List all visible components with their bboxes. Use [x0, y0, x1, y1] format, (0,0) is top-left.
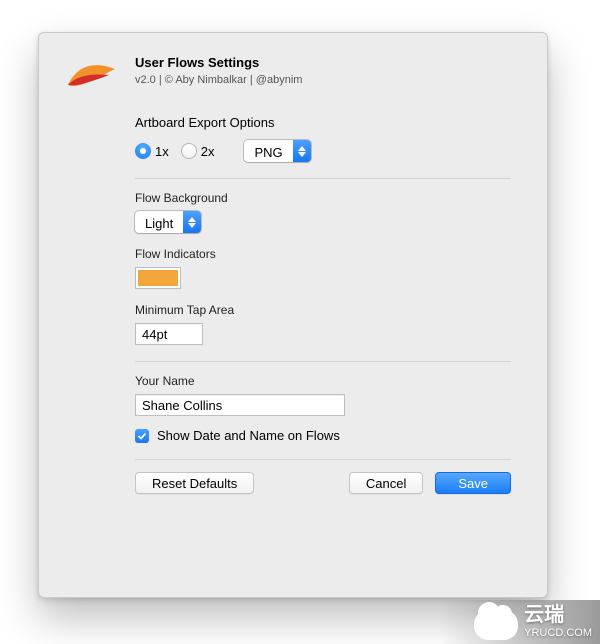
- cancel-button[interactable]: Cancel: [349, 472, 423, 494]
- watermark-text-cn: 云瑞: [524, 605, 564, 625]
- min-tap-area-input[interactable]: [135, 323, 203, 345]
- divider: [135, 178, 511, 179]
- dialog-title: User Flows Settings: [135, 55, 521, 70]
- scale-1x-radio[interactable]: 1x: [135, 143, 169, 159]
- flow-background-select[interactable]: Light: [135, 211, 201, 233]
- show-date-checkbox[interactable]: [135, 429, 149, 443]
- select-stepper-icon: [183, 211, 201, 233]
- radio-icon: [135, 143, 151, 159]
- watermark: 云瑞 YRUCD.COM: [474, 605, 592, 640]
- flow-indicators-label: Flow Indicators: [135, 247, 511, 261]
- scale-2x-radio[interactable]: 2x: [181, 143, 215, 159]
- radio-label: 2x: [201, 144, 215, 159]
- min-tap-area-label: Minimum Tap Area: [135, 303, 511, 317]
- show-date-label: Show Date and Name on Flows: [157, 428, 340, 443]
- app-logo-icon: [65, 55, 119, 95]
- dialog-subtitle: v2.0 | © Aby Nimbalkar | @abynim: [135, 74, 521, 86]
- export-scale-row: 1x 2x PNG: [135, 140, 511, 162]
- dialog-header: User Flows Settings v2.0 | © Aby Nimbalk…: [65, 55, 521, 95]
- watermark-domain: YRUCD.COM: [524, 627, 592, 640]
- select-stepper-icon: [293, 140, 311, 162]
- reset-defaults-button[interactable]: Reset Defaults: [135, 472, 254, 494]
- divider: [135, 459, 511, 460]
- radio-icon: [181, 143, 197, 159]
- dialog-footer: Reset Defaults Cancel Save: [135, 472, 511, 494]
- your-name-label: Your Name: [135, 374, 511, 388]
- cloud-icon: [474, 610, 518, 640]
- settings-dialog: User Flows Settings v2.0 | © Aby Nimbalk…: [38, 32, 548, 598]
- export-options-label: Artboard Export Options: [135, 115, 511, 130]
- your-name-input[interactable]: [135, 394, 345, 416]
- radio-label: 1x: [155, 144, 169, 159]
- select-value: Light: [135, 211, 183, 233]
- save-button[interactable]: Save: [435, 472, 511, 494]
- indicator-color-swatch[interactable]: [135, 267, 181, 289]
- flow-background-label: Flow Background: [135, 191, 511, 205]
- divider: [135, 361, 511, 362]
- format-select[interactable]: PNG: [244, 140, 310, 162]
- select-value: PNG: [244, 140, 292, 162]
